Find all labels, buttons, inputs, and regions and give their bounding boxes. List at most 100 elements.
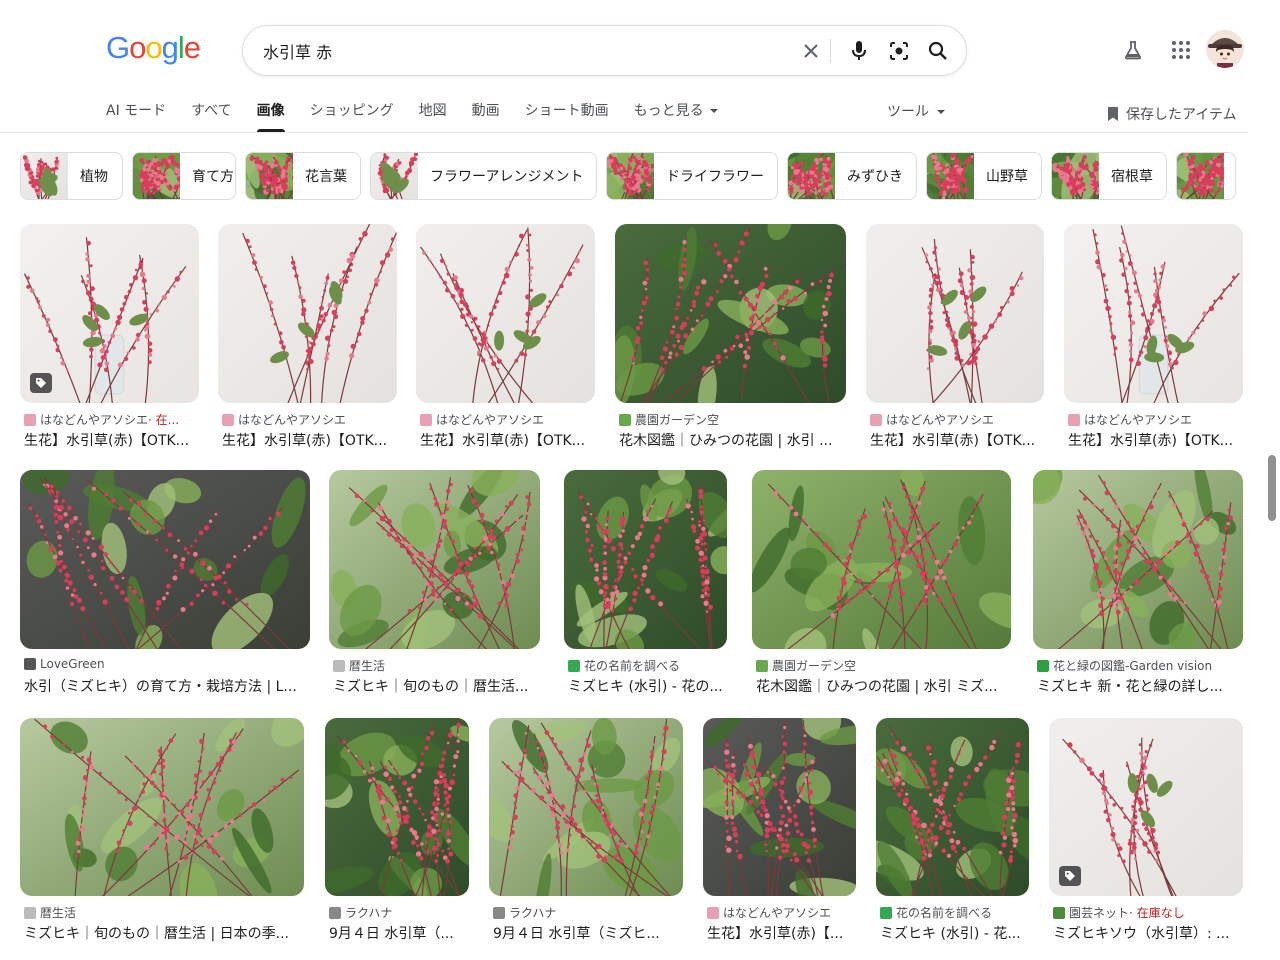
image-result[interactable]: 農園ガーデン空 花木図鑑｜ひみつの花園 | 水引 ... — [615, 224, 846, 457]
result-title[interactable]: 生花】水引草(赤)【OTK... — [420, 430, 595, 450]
result-source[interactable]: 農園ガーデン空 — [619, 411, 846, 428]
result-source[interactable]: 花の名前を調べる — [568, 657, 727, 674]
result-title[interactable]: 9月４日 水引草（ミズヒ... — [493, 923, 683, 943]
result-source[interactable]: はなどんやアソシエ — [870, 411, 1044, 428]
image-result[interactable]: 花と緑の図鑑-Garden vision ミズヒキ 新・花と緑の詳し... — [1033, 470, 1243, 703]
image-result[interactable]: ラクハナ 9月４日 水引草（... — [325, 718, 469, 950]
result-title[interactable]: 生花】水引草(赤)【... — [707, 923, 856, 943]
result-image[interactable] — [564, 470, 727, 649]
result-image[interactable] — [876, 718, 1029, 896]
result-source[interactable]: はなどんやアソシエ — [1068, 411, 1243, 428]
tab-3[interactable]: ショッピング — [310, 101, 394, 132]
image-result[interactable]: はなどんやアソシエ 生花】水引草(赤)【OTK... — [1064, 224, 1243, 457]
image-result[interactable]: LoveGreen 水引（ミズヒキ）の育て方・栽培方法 | L... — [20, 470, 310, 703]
result-source[interactable]: はなどんやアソシエ — [420, 411, 595, 428]
result-source[interactable]: はなどんやアソシエ — [222, 411, 397, 428]
image-result[interactable]: 暦生活ミズヒキ｜旬のもの｜暦生活... — [329, 470, 540, 703]
tab-4[interactable]: 地図 — [419, 101, 447, 132]
result-image[interactable] — [1049, 718, 1243, 896]
image-result[interactable]: 花の名前を調べる ミズヒキ (水引) - 花の... — [564, 470, 727, 703]
tab-5[interactable]: 動画 — [472, 101, 500, 132]
tab-6[interactable]: ショート動画 — [525, 101, 609, 132]
result-title[interactable]: 花木図鑑｜ひみつの花園 | 水引 ミズ... — [756, 676, 1011, 696]
result-image[interactable] — [20, 224, 199, 403]
result-title[interactable]: 生花】水引草(赤)【OTK... — [870, 430, 1044, 450]
labs-flask-icon[interactable] — [1121, 38, 1145, 62]
result-image[interactable] — [329, 470, 540, 649]
image-result[interactable]: はなどんやアソシエ 生花】水引草(赤)【OTK... — [416, 224, 595, 457]
result-title[interactable]: ミズヒキソウ（水引草）: ... — [1053, 923, 1243, 943]
result-source[interactable]: 暦生活 — [333, 657, 540, 674]
result-title[interactable]: 花木図鑑｜ひみつの花園 | 水引 ... — [619, 430, 846, 450]
result-image[interactable] — [325, 718, 469, 896]
microphone-icon[interactable] — [847, 39, 871, 63]
tab-1[interactable]: すべて — [191, 101, 231, 132]
search-icon[interactable] — [926, 39, 950, 63]
result-source[interactable]: はなどんやアソシエ · 在... — [24, 411, 199, 428]
result-source[interactable]: 園芸ネット · 在庫なし — [1053, 904, 1243, 921]
result-image[interactable] — [1064, 224, 1243, 403]
result-title[interactable]: ミズヒキ｜旬のもの｜暦生活 | 日本の季... — [24, 923, 304, 943]
scrollbar-thumb[interactable] — [1268, 455, 1276, 521]
related-chip[interactable]: 花言葉 — [245, 152, 361, 200]
result-source[interactable]: ラクハナ — [493, 904, 683, 921]
result-image[interactable] — [615, 224, 846, 403]
result-title[interactable]: 生花】水引草(赤)【OTK... — [222, 430, 397, 450]
site-favicon-icon — [619, 413, 631, 426]
clear-icon[interactable] — [799, 39, 823, 63]
image-result[interactable]: はなどんやアソシエ 生花】水引草(赤)【OTK... — [218, 224, 397, 457]
result-source[interactable]: ラクハナ — [329, 904, 469, 921]
result-source[interactable]: LoveGreen — [24, 657, 310, 671]
related-chip[interactable]: みずひき — [787, 152, 917, 200]
result-image[interactable] — [20, 718, 304, 896]
account-avatar[interactable] — [1206, 30, 1244, 68]
result-title[interactable]: ミズヒキ 新・花と緑の詳し... — [1037, 676, 1243, 696]
site-favicon-icon — [568, 659, 580, 672]
saved-items-button[interactable]: 保存したアイテム — [1106, 104, 1237, 124]
tab-2[interactable]: 画像 — [256, 101, 285, 132]
lens-icon[interactable] — [887, 39, 911, 63]
result-image[interactable] — [218, 224, 397, 403]
result-source[interactable]: 農園ガーデン空 — [756, 657, 1011, 674]
result-source[interactable]: 花と緑の図鑑-Garden vision — [1037, 657, 1243, 674]
result-source[interactable]: 暦生活 — [24, 904, 304, 921]
result-image[interactable] — [416, 224, 595, 403]
apps-grid-icon[interactable] — [1169, 38, 1193, 62]
tab-0[interactable]: AI モード — [106, 101, 166, 132]
tools-button[interactable]: ツール — [887, 101, 945, 121]
related-chip[interactable]: 宿根草 — [1051, 152, 1167, 200]
google-logo[interactable]: Google — [106, 30, 201, 66]
image-result[interactable]: 花の名前を調べる ミズヒキ (水引) - 花... — [876, 718, 1029, 950]
related-chip[interactable]: 植物 — [20, 152, 123, 200]
image-result[interactable]: はなどんやアソシエ 生花】水引草(赤)【OTK... — [866, 224, 1044, 457]
result-title[interactable]: ミズヒキ (水引) - 花... — [880, 923, 1029, 943]
result-image[interactable] — [703, 718, 856, 896]
image-result[interactable]: はなどんやアソシエ · 在... 生花】水引草(赤)【OTK... — [20, 224, 199, 457]
related-chip[interactable]: フラワーアレンジメント — [370, 152, 597, 200]
image-result[interactable]: 園芸ネット · 在庫なし ミズヒキソウ（水引草）: ... — [1049, 718, 1243, 950]
result-title[interactable]: 生花】水引草(赤)【OTK... — [1068, 430, 1243, 450]
result-image[interactable] — [20, 470, 310, 649]
image-result[interactable]: 暦生活ミズヒキ｜旬のもの｜暦生活 | 日本の季... — [20, 718, 304, 950]
image-result[interactable]: ラクハナ 9月４日 水引草（ミズヒ... — [489, 718, 683, 950]
result-source[interactable]: 花の名前を調べる — [880, 904, 1029, 921]
search-input[interactable] — [263, 39, 783, 63]
related-chip[interactable]: ドライフラワー — [606, 152, 778, 200]
result-title[interactable]: 生花】水引草(赤)【OTK... — [24, 430, 199, 450]
result-title[interactable]: ミズヒキ｜旬のもの｜暦生活... — [333, 676, 540, 696]
result-image[interactable] — [866, 224, 1044, 403]
result-image[interactable] — [1033, 470, 1243, 649]
related-chip[interactable]: 育て方 — [132, 152, 236, 200]
result-source[interactable]: はなどんやアソシエ — [707, 904, 856, 921]
site-favicon-icon — [329, 906, 341, 919]
result-image[interactable] — [489, 718, 683, 896]
image-result[interactable]: はなどんやアソシエ 生花】水引草(赤)【... — [703, 718, 856, 950]
related-chip[interactable]: 山野草 — [926, 152, 1042, 200]
result-title[interactable]: ミズヒキ (水引) - 花の... — [568, 676, 727, 696]
result-image[interactable] — [752, 470, 1011, 649]
related-chip-partial[interactable] — [1176, 152, 1236, 200]
result-title[interactable]: 9月４日 水引草（... — [329, 923, 469, 943]
tab-7[interactable]: もっと見る — [634, 101, 718, 132]
image-result[interactable]: 農園ガーデン空 花木図鑑｜ひみつの花園 | 水引 ミズ... — [752, 470, 1011, 703]
result-title[interactable]: 水引（ミズヒキ）の育て方・栽培方法 | L... — [24, 676, 310, 696]
